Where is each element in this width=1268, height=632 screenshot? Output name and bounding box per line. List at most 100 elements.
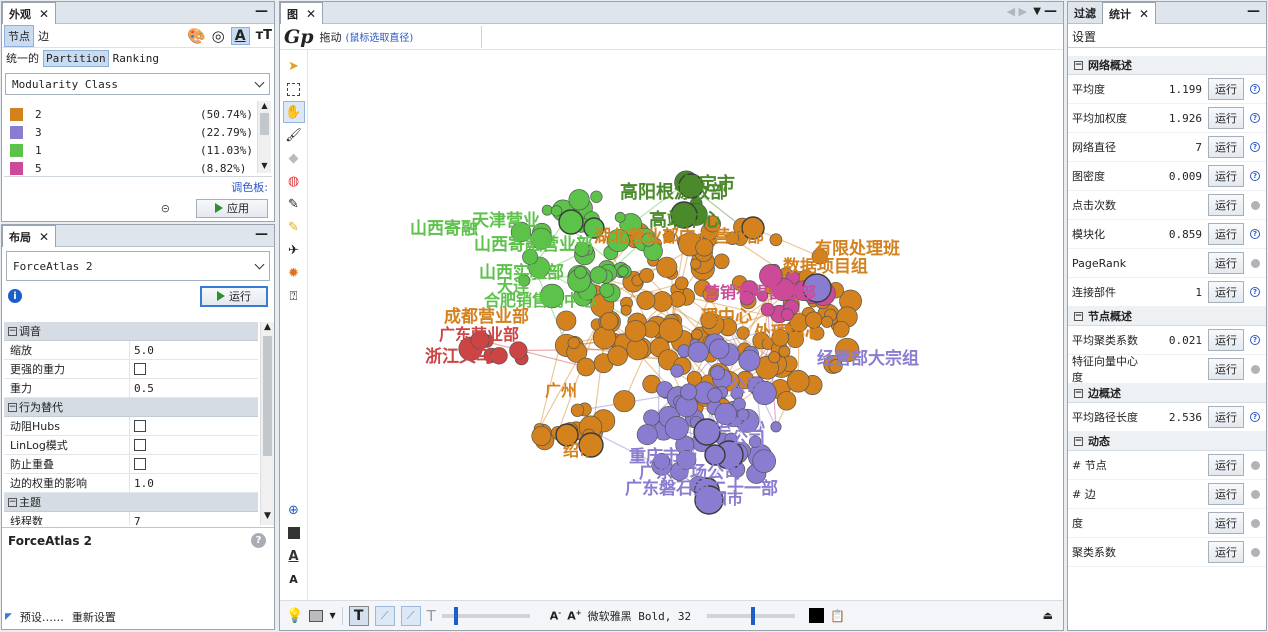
show-labels-icon[interactable]: T xyxy=(348,605,369,626)
graph-node[interactable] xyxy=(820,315,834,328)
graph-node[interactable] xyxy=(643,409,660,427)
tab-list-icon[interactable]: ▼ xyxy=(1033,6,1041,17)
label-color-icon[interactable]: A xyxy=(230,26,250,45)
partition-scrollbar[interactable]: ▲ ▼ xyxy=(257,101,271,173)
rect-select-icon[interactable] xyxy=(283,78,305,100)
heatmap-icon[interactable]: ✹ xyxy=(283,262,305,284)
run-statistic-button[interactable]: 运行 xyxy=(1208,223,1244,245)
report-icon[interactable]: ? xyxy=(1250,142,1260,152)
run-statistic-button[interactable]: 运行 xyxy=(1208,252,1244,274)
run-statistic-button[interactable]: 运行 xyxy=(1208,194,1244,216)
graph-node[interactable] xyxy=(567,336,580,349)
reset-button[interactable]: 重新设置 xyxy=(72,609,116,625)
pencil-icon[interactable]: ✎ xyxy=(283,193,305,215)
tab-partition[interactable]: Partition xyxy=(43,49,109,67)
diamond-icon[interactable]: ◆ xyxy=(283,147,305,169)
graph-node[interactable] xyxy=(568,189,590,211)
graph-node[interactable] xyxy=(768,351,781,364)
size-icon[interactable]: ◎ xyxy=(212,27,225,45)
graph-node[interactable] xyxy=(781,308,794,322)
close-icon[interactable]: ✕ xyxy=(39,230,49,244)
graph-node[interactable] xyxy=(704,444,726,466)
graph-node[interactable] xyxy=(770,421,782,433)
label-text-icon[interactable]: T xyxy=(427,607,436,625)
label-size-icon[interactable]: ᴛT xyxy=(256,28,272,43)
report-icon[interactable]: ? xyxy=(1250,171,1260,181)
info-icon[interactable]: i xyxy=(8,289,22,303)
partition-item[interactable]: 1 (11.03%) xyxy=(10,142,256,158)
graph-node[interactable] xyxy=(832,320,850,338)
attribute-select[interactable]: Modularity Class xyxy=(5,73,270,95)
link-icon[interactable]: ⊝ xyxy=(161,202,170,215)
stats-group-header[interactable]: − 动态 xyxy=(1068,432,1266,451)
background-color-icon[interactable] xyxy=(283,522,305,544)
run-statistic-button[interactable]: 运行 xyxy=(1208,165,1244,187)
graph-node[interactable] xyxy=(509,341,528,360)
graph-node[interactable] xyxy=(613,390,636,413)
run-statistic-button[interactable]: 运行 xyxy=(1208,541,1244,563)
collapse-icon[interactable]: − xyxy=(1074,388,1083,398)
partition-item[interactable]: 5 (8.82%) xyxy=(10,160,256,176)
graph-node[interactable] xyxy=(624,320,647,342)
tab-edges[interactable]: 边 xyxy=(34,26,53,46)
partition-color-swatch[interactable] xyxy=(10,143,23,157)
report-icon[interactable]: ? xyxy=(1250,412,1260,422)
graph-canvas[interactable]: 高阳根源收部 保定市 山西寄融 天津营业 高端中心 湖北营业部中心营业部 有限处理班 山西寄融… xyxy=(309,50,1063,600)
label-color-swatch[interactable] xyxy=(809,608,825,623)
screenshot-icon[interactable] xyxy=(309,609,324,622)
property-checkbox[interactable] xyxy=(134,439,146,451)
run-statistic-button[interactable]: 运行 xyxy=(1208,329,1244,351)
pointer-icon[interactable]: ➤ xyxy=(283,55,305,77)
run-statistic-button[interactable]: 运行 xyxy=(1208,136,1244,158)
graph-node[interactable] xyxy=(636,290,656,310)
graph-node[interactable] xyxy=(639,268,655,283)
graph-node[interactable] xyxy=(709,338,730,360)
painter-icon[interactable]: 🖌 xyxy=(283,124,305,146)
run-statistic-button[interactable]: 运行 xyxy=(1208,483,1244,505)
property-value[interactable]: 0.5 xyxy=(134,382,154,395)
label-font-icon[interactable]: A xyxy=(283,568,305,590)
graph-node[interactable] xyxy=(620,304,632,316)
run-statistic-button[interactable]: 运行 xyxy=(1208,454,1244,476)
graph-node[interactable] xyxy=(674,276,689,290)
tab-layout[interactable]: 布局 ✕ xyxy=(2,225,57,247)
zoom-icon[interactable]: ⊕ xyxy=(283,499,305,521)
graph-node[interactable] xyxy=(786,369,810,393)
collapse-icon[interactable]: − xyxy=(1074,60,1083,70)
run-statistic-button[interactable]: 运行 xyxy=(1208,406,1244,428)
property-value[interactable]: 5.0 xyxy=(134,344,154,357)
graph-node[interactable] xyxy=(656,256,678,278)
graph-node[interactable] xyxy=(550,205,563,217)
drag-hand-icon[interactable]: ✋ xyxy=(282,101,305,123)
graph-node[interactable] xyxy=(617,265,629,277)
properties-scrollbar[interactable]: ▲ ▼ xyxy=(260,322,274,525)
graph-node[interactable] xyxy=(752,449,777,473)
property-category[interactable]: − 调音 xyxy=(4,322,258,341)
graph-node[interactable] xyxy=(664,416,689,441)
collapse-icon[interactable]: − xyxy=(8,326,17,336)
tab-filter[interactable]: 过滤 xyxy=(1068,2,1102,23)
color-wheel-icon[interactable]: ◍ xyxy=(283,170,305,192)
expand-icon[interactable]: ⏏ xyxy=(1043,609,1053,622)
label-size-slider[interactable] xyxy=(707,606,796,625)
graph-node[interactable] xyxy=(670,364,684,378)
report-icon[interactable]: ? xyxy=(1250,84,1260,94)
graph-node[interactable] xyxy=(680,383,698,401)
collapse-icon[interactable]: − xyxy=(1074,436,1083,446)
graph-node[interactable] xyxy=(710,365,725,381)
stats-group-header[interactable]: − 边概述 xyxy=(1068,384,1266,403)
graph-node[interactable] xyxy=(690,258,702,270)
graph-node[interactable] xyxy=(707,387,723,403)
graph-node[interactable] xyxy=(769,233,783,247)
run-layout-button[interactable]: 运行 xyxy=(200,285,268,307)
tab-ranking[interactable]: Ranking xyxy=(111,51,161,66)
graph-node[interactable] xyxy=(607,345,628,366)
font-increase-icon[interactable]: A+ xyxy=(567,609,581,623)
close-icon[interactable]: ✕ xyxy=(39,7,49,21)
shortest-path-icon[interactable]: ✈ xyxy=(283,239,305,261)
attributes-icon[interactable]: 📋 xyxy=(830,609,845,623)
run-statistic-button[interactable]: 运行 xyxy=(1208,78,1244,100)
palette-icon[interactable]: 🎨 xyxy=(187,27,206,45)
run-statistic-button[interactable]: 运行 xyxy=(1208,107,1244,129)
report-icon[interactable]: ? xyxy=(1250,113,1260,123)
